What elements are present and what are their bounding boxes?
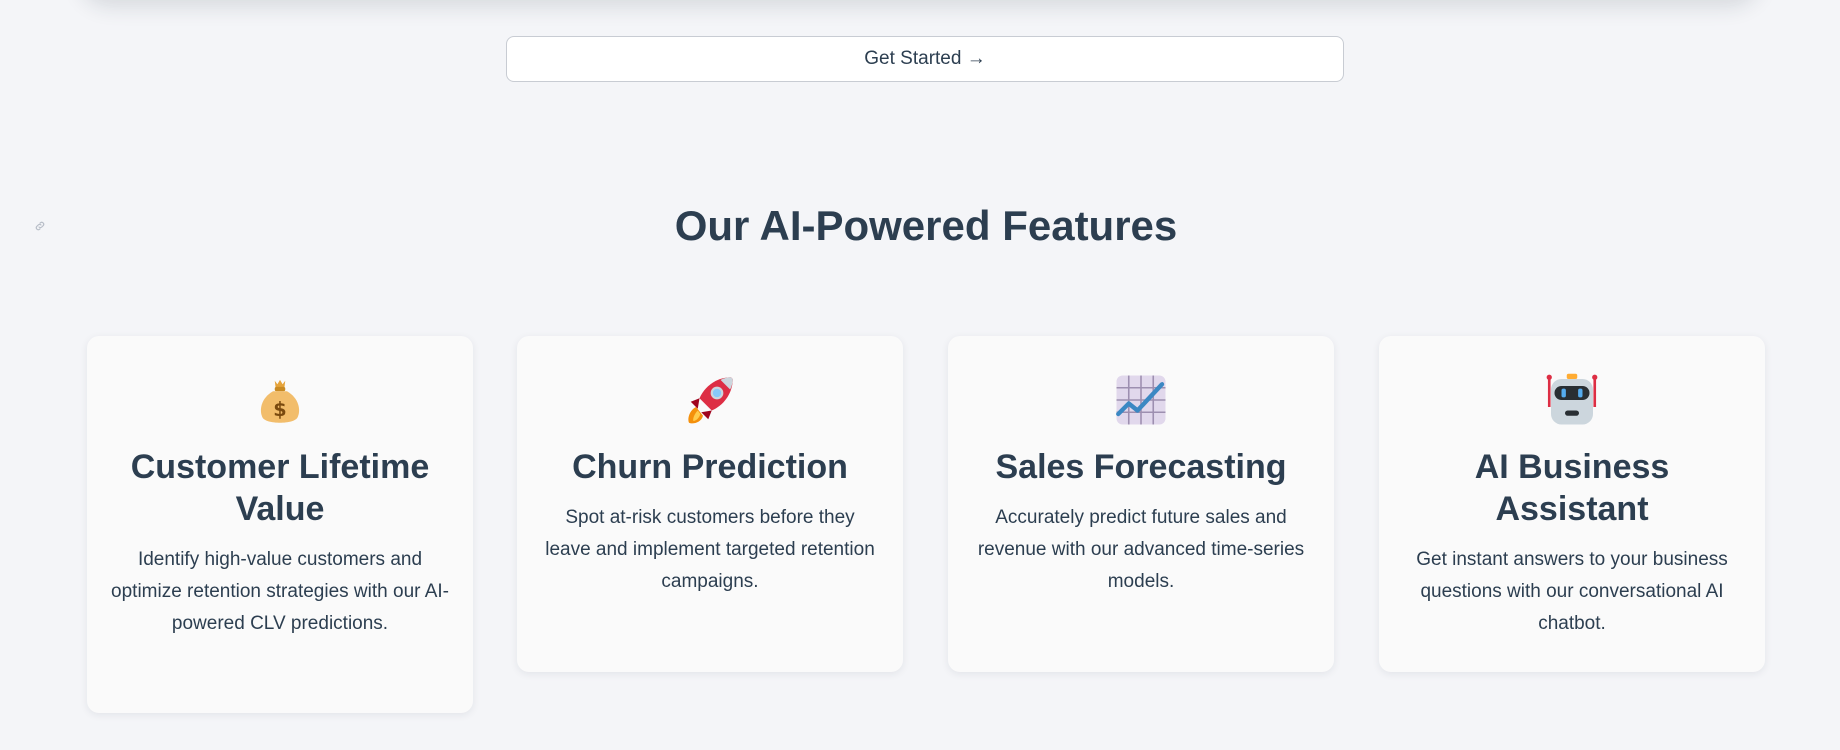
feature-card-description: Get instant answers to your business que… <box>1416 549 1728 634</box>
get-started-button[interactable]: Get Started → <box>506 36 1344 82</box>
feature-card-title: Sales Forecasting <box>995 448 1287 486</box>
feature-card-description: Accurately predict future sales and reve… <box>977 507 1305 592</box>
feature-card-description: Identify high-value customers and optimi… <box>111 549 449 634</box>
feature-card-title: AI Business Assistant <box>1474 448 1670 528</box>
feature-card-forecast: Sales Forecasting Accurately predict fut… <box>948 336 1334 672</box>
page: Get Started → Our AI-Powered Features $ … <box>0 0 1840 750</box>
feature-card-assistant: AI Business Assistant Get instant answer… <box>1379 336 1765 672</box>
feature-card-clv: $ Customer Lifetime Value Identify high-… <box>87 336 473 713</box>
feature-card-title: Churn Prediction <box>572 448 848 486</box>
svg-text:$: $ <box>273 398 286 421</box>
section-title: Our AI-Powered Features <box>674 202 1178 249</box>
feature-card-churn: Churn Prediction Spot at-risk customers … <box>517 336 903 672</box>
money-bag-icon: $ <box>260 379 300 423</box>
feature-card-description: Spot at-risk customers before they leave… <box>545 507 875 592</box>
feature-card-title: Customer Lifetime Value <box>130 448 430 528</box>
robot-icon <box>1546 373 1598 425</box>
rocket-icon <box>688 377 733 424</box>
chart-increasing-icon <box>1116 375 1166 425</box>
